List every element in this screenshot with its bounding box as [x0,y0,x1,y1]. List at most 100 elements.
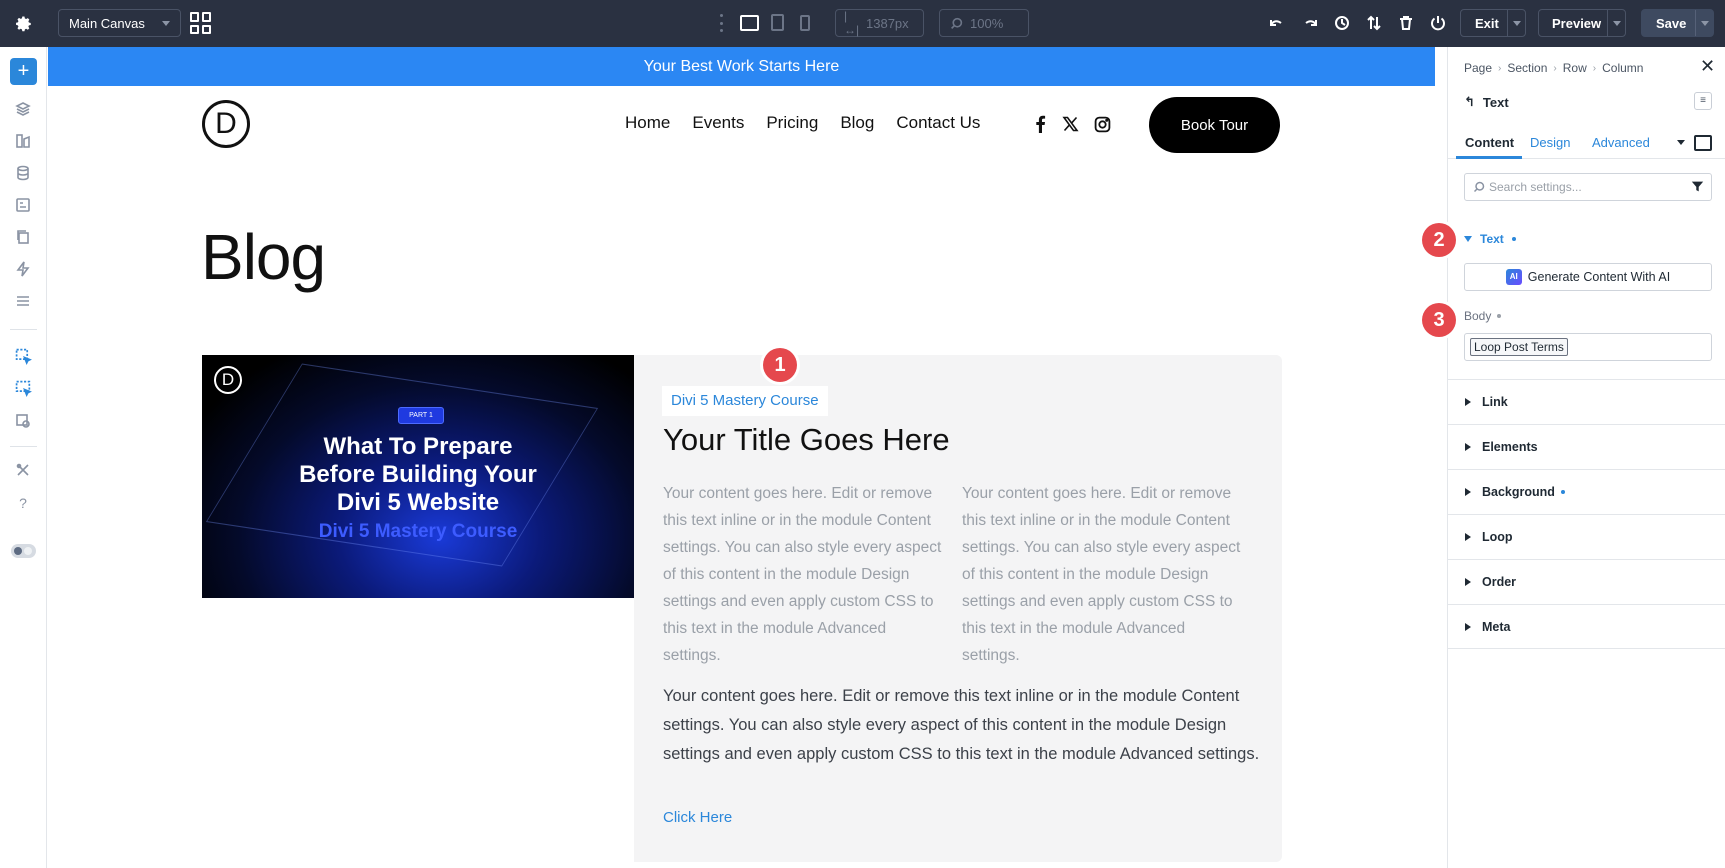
top-banner[interactable]: Your Best Work Starts Here [48,47,1435,86]
step-badge-1: 1 [763,348,797,382]
post-paragraph[interactable]: Your content goes here. Edit or remove t… [663,682,1263,769]
book-tour-label: Book Tour [1180,116,1249,134]
exit-button[interactable]: Exit [1460,9,1526,37]
filter-icon[interactable] [1691,180,1705,194]
dynamic-content-chip[interactable]: Loop Post Terms [1470,338,1568,356]
step-badge-3: 3 [1422,303,1456,337]
help-icon[interactable]: ? [13,493,33,513]
breadcrumb-item[interactable]: Section [1507,61,1547,75]
save-dropdown-icon[interactable] [1695,10,1713,36]
trash-icon[interactable] [1395,12,1417,34]
breadcrumb-item[interactable]: Row [1563,61,1587,75]
canvas-width-field[interactable]: |↔| 1387px [835,9,924,37]
history-icon[interactable] [1331,12,1353,34]
accordion-label: Background [1482,485,1555,499]
theme-toggle[interactable] [11,544,36,558]
module-options-icon[interactable]: ≡ [1694,92,1712,110]
redo-icon[interactable] [1299,12,1321,34]
post-featured-image[interactable]: D PART 1 What To Prepare Before Building… [202,355,634,598]
body-label-text: Body [1464,309,1492,323]
theme-builder-icon[interactable] [13,131,33,151]
frame-toggle-icon[interactable] [1694,135,1712,151]
click-here-link[interactable]: Click Here [663,809,732,826]
database-icon[interactable] [13,163,33,183]
accordion-meta[interactable]: Meta [1448,604,1725,649]
portability-icon[interactable] [13,195,33,215]
power-icon[interactable] [1427,12,1449,34]
text-section-toggle[interactable]: Text [1464,232,1516,246]
grid-view-icon[interactable] [190,12,212,34]
accordion-order[interactable]: Order [1448,559,1725,604]
nav-item-events[interactable]: Events [692,113,744,133]
preset-icon[interactable] [13,411,33,431]
caret-right-icon [1465,578,1471,586]
canvas-select[interactable]: Main Canvas [58,9,181,37]
nav-item-blog[interactable]: Blog [840,113,874,133]
nav-item-home[interactable]: Home [625,113,670,133]
caret-down-icon [1464,236,1472,242]
builder-canvas[interactable]: Your Best Work Starts Here D Home Events… [48,47,1435,868]
accordion-link[interactable]: Link [1448,379,1725,424]
accordion-elements[interactable]: Elements [1448,424,1725,469]
phone-view-icon[interactable] [800,15,810,31]
image-part-label: PART 1 [398,407,444,424]
tab-content[interactable]: Content [1465,135,1514,150]
body-content-field[interactable]: Loop Post Terms [1464,333,1712,361]
x-twitter-icon[interactable] [1061,115,1079,133]
save-button[interactable]: Save [1641,9,1714,37]
module-header: ↰ Text [1464,94,1509,110]
chevron-down-icon[interactable] [1677,140,1685,145]
book-tour-button[interactable]: Book Tour [1149,97,1280,153]
wireframe-icon[interactable] [13,291,33,311]
breadcrumb-item[interactable]: Page [1464,61,1492,75]
page-title[interactable]: Blog [201,220,326,294]
loop-builder-active-icon[interactable] [13,378,33,398]
modified-dot-icon [1560,490,1565,494]
chevron-down-icon [162,21,170,26]
breadcrumb-item[interactable]: Column [1602,61,1643,75]
accordion-background[interactable]: Background [1448,469,1725,514]
image-title: What To Prepare Before Building Your Div… [202,433,634,517]
text-column-right[interactable]: Your content goes here. Edit or remove t… [962,480,1247,669]
undo-icon[interactable] [1266,12,1288,34]
tablet-view-icon[interactable] [771,14,784,31]
instagram-icon[interactable] [1093,115,1111,133]
nav-item-contact[interactable]: Contact Us [896,113,980,133]
tab-design[interactable]: Design [1530,135,1570,150]
breadcrumb: Page › Section › Row › Column [1464,61,1644,75]
site-logo[interactable]: D [202,100,250,148]
image-title-line: Divi 5 Website [336,489,500,516]
tab-advanced[interactable]: Advanced [1592,135,1650,150]
back-arrow-icon[interactable]: ↰ [1464,94,1475,110]
lightning-icon[interactable] [13,259,33,279]
exit-dropdown-icon[interactable] [1507,10,1525,36]
generate-ai-button[interactable]: AI Generate Content With AI [1464,263,1712,291]
add-icon[interactable]: + [10,58,37,85]
top-toolbar: Main Canvas |↔| 1387px 100% Exit Preview [0,0,1725,47]
loop-builder-icon[interactable] [13,346,33,366]
preview-button[interactable]: Preview [1538,9,1626,37]
accordion-loop[interactable]: Loop [1448,514,1725,559]
pages-icon[interactable] [13,227,33,247]
zoom-field[interactable]: 100% [939,9,1029,37]
facebook-icon[interactable] [1031,115,1049,133]
nav-item-pricing[interactable]: Pricing [766,113,818,133]
image-title-line: Before Building Your [299,461,537,488]
drag-handle-icon[interactable] [719,14,723,32]
layers-icon[interactable] [13,99,33,119]
tools-icon[interactable] [13,460,33,480]
ai-icon: AI [1505,269,1522,285]
portability-icon[interactable] [1363,12,1385,34]
settings-gear-icon[interactable] [12,12,36,36]
settings-search-input[interactable]: Search settings... [1464,173,1712,201]
post-title[interactable]: Your Title Goes Here [663,422,950,458]
text-column-left[interactable]: Your content goes here. Edit or remove t… [663,480,948,669]
preview-dropdown-icon[interactable] [1607,10,1625,36]
caret-right-icon [1465,623,1471,631]
post-term-tag[interactable]: Divi 5 Mastery Course [662,386,828,416]
desktop-view-icon[interactable] [740,15,759,31]
save-label: Save [1656,15,1687,31]
canvas-select-value: Main Canvas [69,15,145,31]
close-icon[interactable]: ✕ [1700,57,1716,75]
sidebar-divider [10,329,37,330]
